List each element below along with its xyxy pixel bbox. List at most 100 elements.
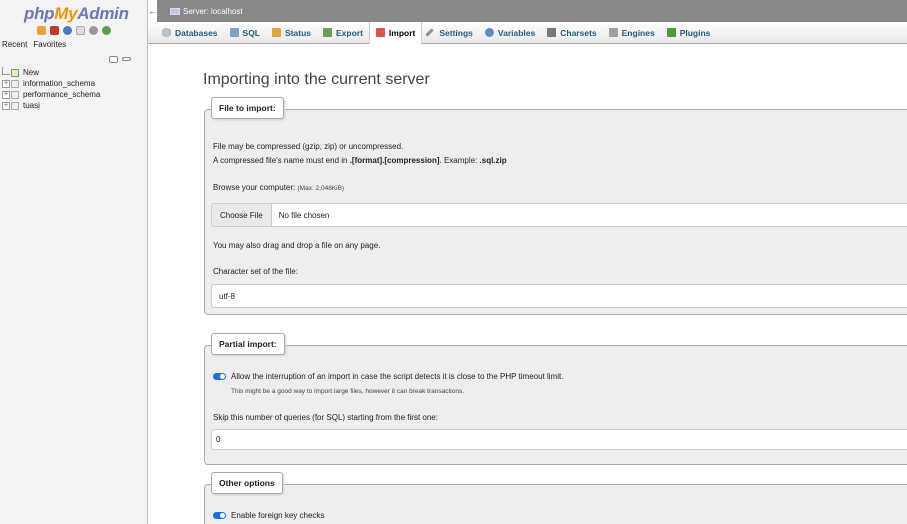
max-size: (Max: 2,048KiB) xyxy=(297,185,345,192)
section-legend: File to import: xyxy=(211,97,284,119)
collapse-nav-icon[interactable]: ← xyxy=(148,0,158,22)
breadcrumb: ← Server: localhost xyxy=(148,0,907,22)
charset-select[interactable]: utf-8 xyxy=(211,284,907,308)
drag-drop-note: You may also drag and drop a file on any… xyxy=(213,241,381,250)
allow-interrupt-note: This might be a good way to import large… xyxy=(231,388,465,395)
settings-icon[interactable] xyxy=(88,25,98,35)
charset-label: Character set of the file: xyxy=(213,267,298,276)
format-example: .sql.zip xyxy=(479,156,507,165)
tab-label: Import xyxy=(388,27,416,38)
top-menu: Databases SQL Status Export Import Setti… xyxy=(148,21,907,44)
wrench-icon xyxy=(425,28,435,37)
engines-icon xyxy=(608,28,618,37)
quick-links xyxy=(0,22,147,38)
section-legend: Partial import: xyxy=(211,333,285,355)
nav-tab-recent[interactable]: Recent xyxy=(2,40,27,49)
import-icon xyxy=(375,28,385,37)
tree-item-label: tuasi xyxy=(23,101,40,110)
partial-import-section: Partial import: Allow the interruption o… xyxy=(204,333,907,465)
expand-icon[interactable]: + xyxy=(2,79,10,88)
browse-label: Browse your computer: (Max: 2,048KiB) xyxy=(213,183,344,192)
tab-settings[interactable]: Settings xyxy=(422,22,479,44)
tab-label: Export xyxy=(336,27,363,38)
format-mid: . Example: xyxy=(439,156,480,165)
variables-icon xyxy=(484,28,494,37)
database-icon xyxy=(11,90,19,99)
logo-my: My xyxy=(54,4,78,23)
expand-icon[interactable]: + xyxy=(2,101,10,110)
allow-interrupt-toggle[interactable] xyxy=(213,373,226,380)
format-pattern: .[format].[compression] xyxy=(349,156,440,165)
help-icon[interactable] xyxy=(62,25,72,35)
tree-item-label: information_schema xyxy=(23,79,96,88)
tree-item-label: performance_schema xyxy=(23,90,101,99)
other-options-section: Other options Enable foreign key checks xyxy=(204,472,907,524)
format-prefix: A compressed file's name must end in xyxy=(213,156,350,165)
phpmyadmin-window: phpMyAdmin Recent Favorites New + inform… xyxy=(0,0,907,524)
database-icon xyxy=(11,79,19,88)
tree-item-tuasi[interactable]: + tuasi xyxy=(2,100,147,111)
new-database-icon xyxy=(11,68,19,77)
tree-item-performance-schema[interactable]: + performance_schema xyxy=(2,89,147,100)
home-icon[interactable] xyxy=(36,25,46,35)
sql-icon xyxy=(229,28,239,37)
charsets-icon xyxy=(547,28,557,37)
page-title: Importing into the current server xyxy=(203,71,430,88)
tab-sql[interactable]: SQL xyxy=(224,22,266,44)
tab-label: Charsets xyxy=(560,27,597,38)
tab-import[interactable]: Import xyxy=(368,21,423,44)
file-input[interactable]: Choose File No file chosen xyxy=(211,203,907,227)
reload-icon[interactable] xyxy=(101,25,111,35)
databases-icon xyxy=(162,28,171,37)
charset-value: utf-8 xyxy=(219,291,236,301)
tab-label: Variables xyxy=(497,27,536,38)
db-icon[interactable] xyxy=(49,25,59,35)
tab-variables[interactable]: Variables xyxy=(479,22,541,44)
tab-label: Status xyxy=(285,27,311,38)
docs-icon[interactable] xyxy=(75,25,85,35)
tab-engines[interactable]: Engines xyxy=(603,22,661,44)
tab-label: Databases xyxy=(175,27,218,38)
navigation-panel: phpMyAdmin Recent Favorites New + inform… xyxy=(0,0,148,524)
tree-item-label: New xyxy=(23,68,40,77)
nav-controls xyxy=(0,51,147,67)
logo-admin: Admin xyxy=(77,4,129,23)
link-with-main-icon[interactable] xyxy=(122,57,131,61)
skip-queries-label: Skip this number of queries (for SQL) st… xyxy=(213,413,438,422)
allow-interrupt-label: Allow the interruption of an import in c… xyxy=(231,372,564,381)
tab-status[interactable]: Status xyxy=(266,22,317,44)
tree-connector-icon xyxy=(2,66,10,75)
skip-queries-input[interactable]: 0 xyxy=(211,429,907,450)
logo-php: php xyxy=(24,4,55,23)
compression-format-note: A compressed file's name must end in .[f… xyxy=(213,156,507,165)
skip-queries-value: 0 xyxy=(216,435,221,444)
breadcrumb-server[interactable]: Server: localhost xyxy=(183,7,243,16)
tab-label: Engines xyxy=(621,27,655,38)
export-icon xyxy=(323,28,332,37)
database-tree: New + information_schema + performance_s… xyxy=(0,66,147,111)
plugins-icon xyxy=(666,28,676,37)
status-icon xyxy=(272,28,282,37)
tab-export[interactable]: Export xyxy=(317,22,369,44)
nav-tab-favorites[interactable]: Favorites xyxy=(33,40,66,49)
foreign-key-checks-label: Enable foreign key checks xyxy=(231,511,325,520)
choose-file-button[interactable]: Choose File xyxy=(212,204,272,226)
server-icon xyxy=(170,7,180,15)
section-legend: Other options xyxy=(211,472,283,494)
database-icon xyxy=(11,101,19,110)
tab-label: SQL xyxy=(242,27,261,38)
expand-icon[interactable]: + xyxy=(2,90,10,99)
main-content: Importing into the current server File t… xyxy=(148,44,907,524)
nav-tabs: Recent Favorites xyxy=(0,38,147,51)
tab-label: Plugins xyxy=(679,27,711,38)
tab-databases[interactable]: Databases xyxy=(156,22,224,44)
foreign-key-checks-toggle[interactable] xyxy=(213,512,226,519)
tab-charsets[interactable]: Charsets xyxy=(541,22,602,44)
phpmyadmin-logo[interactable]: phpMyAdmin xyxy=(0,0,147,23)
tab-plugins[interactable]: Plugins xyxy=(661,22,717,44)
tab-label: Settings xyxy=(439,27,473,38)
compression-note: File may be compressed (gzip, zip) or un… xyxy=(213,142,404,151)
tree-item-information-schema[interactable]: + information_schema xyxy=(2,78,147,89)
tree-item-new[interactable]: New xyxy=(2,66,147,78)
collapse-all-icon[interactable] xyxy=(109,55,118,63)
